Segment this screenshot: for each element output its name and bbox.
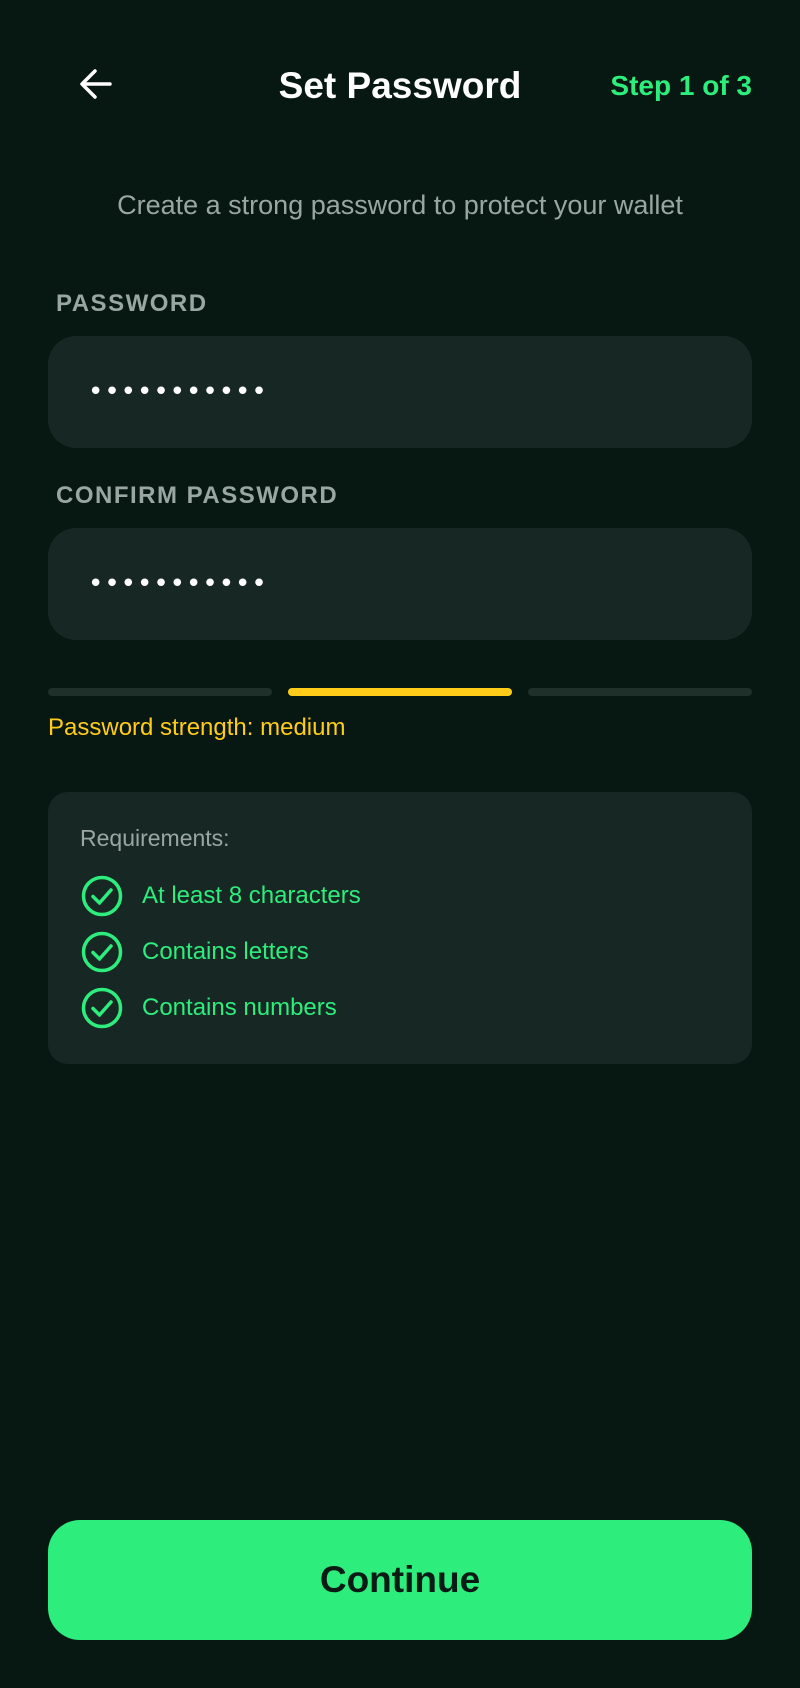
- requirement-item: At least 8 characters: [80, 874, 361, 918]
- page-subtitle: Create a strong password to protect your…: [117, 190, 683, 220]
- confirm-password-input[interactable]: [88, 569, 708, 599]
- confirm-password-label: CONFIRM PASSWORD: [56, 482, 339, 509]
- continue-button[interactable]: Continue: [48, 1520, 752, 1640]
- requirement-label: Contains letters: [142, 938, 309, 965]
- step-indicator: Step 1 of 3: [610, 70, 752, 101]
- header: Set Password Step 1 of 3: [0, 0, 800, 170]
- requirements-card: Requirements: At least 8 characters Cont…: [48, 792, 752, 1064]
- password-label: PASSWORD: [56, 290, 208, 317]
- password-input[interactable]: [88, 377, 708, 407]
- check-circle-icon: [80, 874, 124, 918]
- requirement-item: Contains letters: [80, 930, 309, 974]
- requirement-label: At least 8 characters: [142, 882, 361, 909]
- check-circle-icon: [80, 986, 124, 1030]
- password-strength-text: Password strength: medium: [48, 714, 346, 741]
- confirm-password-field-container[interactable]: [48, 528, 752, 640]
- strength-bar-3: [528, 688, 752, 696]
- password-field-container[interactable]: [48, 336, 752, 448]
- requirement-item: Contains numbers: [80, 986, 337, 1030]
- check-circle-icon: [80, 930, 124, 974]
- strength-bar-1: [48, 688, 272, 696]
- requirements-title: Requirements:: [80, 825, 230, 851]
- password-strength-meter: [48, 688, 752, 696]
- requirement-label: Contains numbers: [142, 994, 337, 1021]
- strength-bar-2: [288, 688, 512, 696]
